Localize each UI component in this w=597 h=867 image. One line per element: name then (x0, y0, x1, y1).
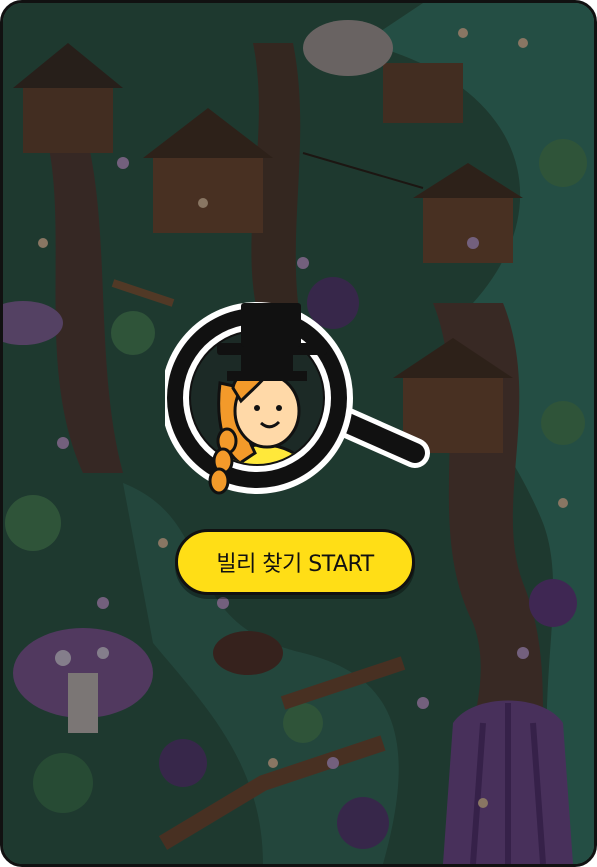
start-button-label: 빌리 찾기 START (216, 552, 374, 577)
magnifying-glass-icon (165, 302, 430, 495)
start-button[interactable]: 빌리 찾기 START (175, 529, 415, 595)
game-frame: 빌리 찾기 START (0, 0, 597, 867)
